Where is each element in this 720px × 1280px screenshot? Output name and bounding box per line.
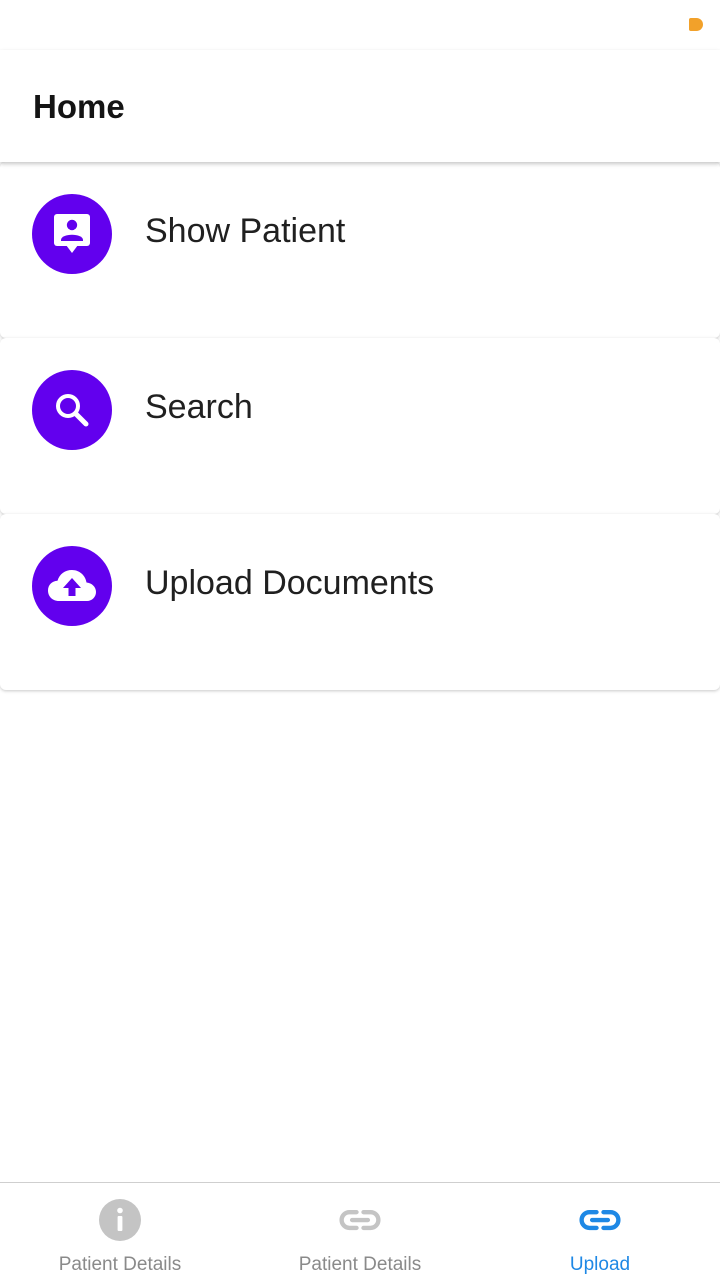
tab-label: Patient Details <box>58 1254 182 1275</box>
menu-item-label: Show Patient <box>145 212 346 250</box>
tab-label: Upload <box>569 1254 631 1275</box>
tab-upload[interactable]: Upload <box>480 1183 720 1280</box>
menu-item-label: Upload Documents <box>145 564 435 602</box>
bottom-navigation: Patient Details Patient Details Upload <box>0 1182 720 1280</box>
cloud-upload-icon <box>48 570 96 601</box>
menu-item-icon-circle <box>32 370 112 450</box>
link-icon <box>339 1199 381 1241</box>
search-icon <box>56 394 89 427</box>
info-icon <box>99 1199 141 1241</box>
status-indicator-icon <box>689 18 703 31</box>
menu-item-search[interactable]: Search <box>0 338 720 514</box>
menu-item-label: Search <box>145 388 253 426</box>
tab-patient-details-link[interactable]: Patient Details <box>240 1183 480 1280</box>
tab-label: Patient Details <box>298 1254 422 1275</box>
menu-item-show-patient[interactable]: Show Patient <box>0 162 720 338</box>
menu-item-icon-circle <box>32 194 112 274</box>
page-title: Home <box>33 88 125 125</box>
patient-contact-icon <box>54 214 90 253</box>
app-header: Home <box>0 50 720 162</box>
link-icon <box>579 1199 621 1241</box>
menu-item-icon-circle <box>32 546 112 626</box>
status-bar <box>0 0 720 50</box>
menu-item-upload-documents[interactable]: Upload Documents <box>0 514 720 690</box>
tab-patient-details-info[interactable]: Patient Details <box>0 1183 240 1280</box>
